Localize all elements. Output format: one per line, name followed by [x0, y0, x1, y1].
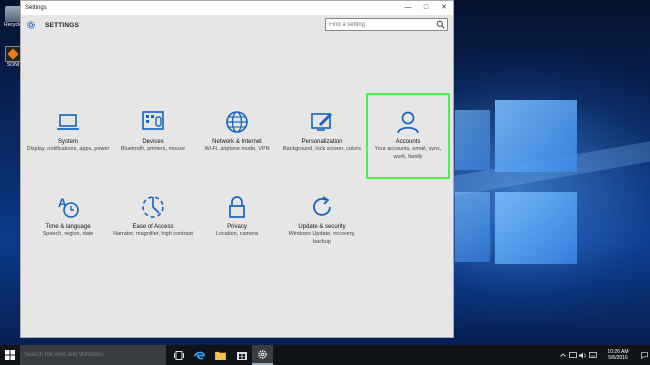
tile-description: Bluetooth, printers, mouse — [120, 146, 186, 152]
tile-name: Devices — [142, 139, 164, 145]
chevron-up-icon — [560, 353, 566, 357]
tile-description: Narrator, magnifier, high contrast — [113, 231, 193, 237]
edge-icon — [194, 351, 205, 359]
tile-name: Update & security — [298, 224, 346, 230]
tile-name: System — [57, 139, 78, 145]
clock[interactable]: 10:26 AM 5/6/2016 — [598, 349, 638, 361]
devices-icon — [142, 111, 164, 130]
notification-icon — [640, 351, 648, 359]
taskbar-search-input[interactable] — [20, 352, 166, 358]
volume-icon — [579, 352, 586, 358]
gear-icon — [258, 349, 267, 359]
time-language-icon: A — [58, 196, 79, 218]
system-tray: 10:26 AM 5/6/2016 — [558, 345, 650, 365]
windows-logo-icon — [5, 350, 15, 360]
tile-name: Privacy — [227, 224, 247, 230]
ease-of-access-icon — [142, 196, 164, 218]
window-title: Settings — [25, 5, 47, 11]
search-icon[interactable] — [436, 20, 445, 29]
action-center-button[interactable] — [638, 345, 650, 365]
sonic-icon — [5, 46, 21, 62]
search-input[interactable] — [326, 19, 436, 30]
minimize-button[interactable]: — — [399, 1, 417, 15]
search-box[interactable] — [325, 18, 448, 31]
tray-volume[interactable] — [578, 345, 588, 365]
laptop-icon — [57, 114, 79, 130]
tile-name: Accounts — [395, 139, 421, 145]
tile-system[interactable]: System Display, notifications, apps, pow… — [26, 109, 110, 154]
tile-description: Speech, region, date — [42, 231, 94, 237]
maximize-button[interactable]: □ — [417, 1, 435, 15]
tray-keyboard[interactable] — [588, 345, 598, 365]
tile-network[interactable]: Network & Internet Wi-Fi, airplane mode,… — [195, 109, 279, 154]
window-logo-pane — [495, 192, 577, 264]
globe-icon — [226, 111, 248, 133]
tile-devices[interactable]: Devices Bluetooth, printers, mouse — [111, 109, 195, 154]
gear-icon — [27, 21, 35, 29]
tile-description: Location, camera — [215, 231, 259, 237]
tray-chevron[interactable] — [558, 345, 568, 365]
network-icon — [569, 351, 577, 358]
keyboard-icon — [589, 352, 597, 358]
refresh-icon — [313, 196, 331, 216]
window-logo-pane — [455, 110, 490, 170]
tile-privacy[interactable]: Privacy Location, camera — [195, 194, 279, 239]
tile-description: Your accounts, email, sync, work, family — [374, 146, 442, 160]
taskbar-search[interactable] — [20, 345, 166, 365]
recycle-bin-icon — [5, 6, 21, 22]
folder-icon — [215, 351, 226, 360]
tile-accounts[interactable]: Accounts Your accounts, email, sync, wor… — [366, 93, 450, 179]
taskbar: 10:26 AM 5/6/2016 — [0, 345, 650, 365]
window-logo-pane — [495, 100, 577, 172]
tile-name: Time & language — [45, 224, 91, 230]
start-button[interactable] — [0, 345, 20, 365]
tray-network[interactable] — [568, 345, 578, 365]
taskbar-file-explorer[interactable] — [210, 345, 231, 365]
tile-description: Display, notifications, apps, power — [26, 146, 110, 152]
tile-description: Background, lock screen, colors — [283, 146, 361, 152]
taskbar-edge[interactable] — [189, 345, 210, 365]
clock-date: 5/6/2016 — [608, 355, 628, 361]
task-view-icon — [173, 350, 184, 360]
tile-time-language[interactable]: A Time & language Speech, region, date — [26, 194, 110, 239]
taskbar-settings[interactable] — [252, 345, 273, 365]
tile-name: Ease of Access — [132, 224, 174, 230]
tile-name: Personalization — [301, 139, 343, 145]
tile-name: Network & Internet — [212, 139, 262, 145]
person-icon — [397, 111, 419, 134]
tile-ease-of-access[interactable]: Ease of Access Narrator, magnifier, high… — [111, 194, 195, 239]
tile-description: Windows Update, recovery, backup — [288, 231, 356, 245]
settings-window: Settings — □ ✕ SETTINGS System Display, … — [20, 0, 454, 338]
task-view-button[interactable] — [168, 345, 189, 365]
store-icon — [236, 352, 247, 360]
title-bar[interactable]: Settings — □ ✕ — [21, 1, 453, 15]
taskbar-store[interactable] — [231, 345, 252, 365]
settings-header: SETTINGS — [21, 15, 453, 35]
tile-personalization[interactable]: Personalization Background, lock screen,… — [280, 109, 364, 154]
paint-icon — [311, 113, 332, 131]
page-title: SETTINGS — [45, 21, 80, 29]
close-button[interactable]: ✕ — [435, 1, 453, 15]
tile-description: Wi-Fi, airplane mode, VPN — [204, 146, 270, 152]
tile-update-security[interactable]: Update & security Windows Update, recove… — [280, 194, 364, 246]
lock-icon — [229, 196, 245, 218]
window-logo-pane — [455, 192, 490, 262]
